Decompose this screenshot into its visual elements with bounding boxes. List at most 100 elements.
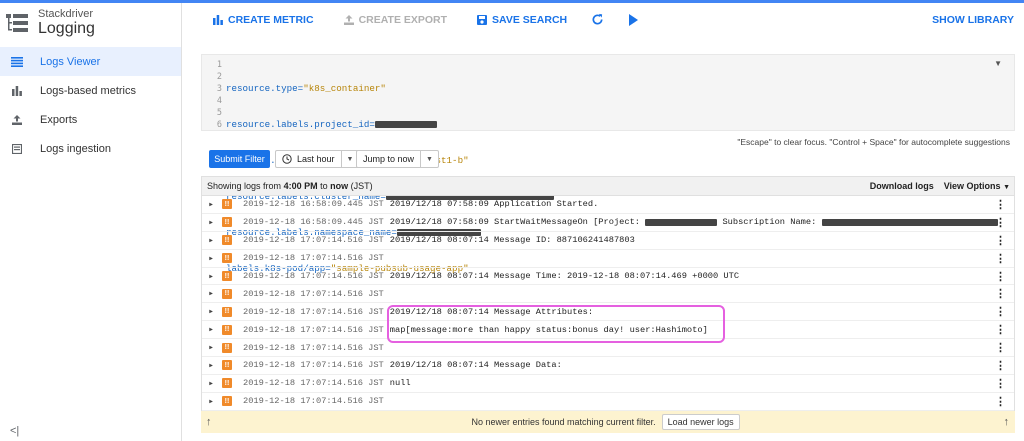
sidebar-item-label: Logs-based metrics	[40, 84, 136, 97]
expand-icon[interactable]: ▶	[204, 201, 218, 208]
severity-icon: !!	[222, 288, 232, 299]
severity-icon: !!	[222, 306, 232, 317]
log-message-text: Subscription Name:	[722, 217, 817, 228]
log-message-text: 2019/12/18 07:58:09 Application Started.	[389, 199, 599, 210]
log-message: 2019/12/18 08:07:14 Message Data:	[390, 360, 562, 370]
log-row[interactable]: ▶!! 2019-12-18 17:07:14.516 JST null ⋮	[202, 375, 1014, 393]
log-header: Showing logs from 4:00 PM to now (JST) D…	[202, 177, 1014, 196]
chevron-down-icon: ▼	[1003, 184, 1010, 191]
more-vert-icon[interactable]: ⋮	[995, 359, 1006, 372]
log-timestamp: 2019-12-18 16:58:09.445 JST	[243, 199, 384, 210]
severity-icon: !!	[222, 199, 232, 210]
log-row[interactable]: ▶!! 2019-12-18 17:07:14.516 JST 2019/12/18…	[202, 357, 1014, 375]
create-export-button[interactable]: CREATE EXPORT	[343, 13, 448, 26]
expand-icon[interactable]: ▶	[204, 290, 218, 297]
expand-icon[interactable]: ▶	[204, 219, 218, 226]
sidebar-item-logs-viewer[interactable]: Logs Viewer	[0, 47, 181, 76]
log-panel: Showing logs from 4:00 PM to now (JST) D…	[201, 176, 1015, 433]
submit-filter-button[interactable]: Submit Filter	[209, 150, 270, 168]
line-numbers: 1 2 3 4 5 6	[202, 59, 222, 131]
download-logs-button[interactable]: Download logs	[870, 181, 934, 191]
sidebar-item-exports[interactable]: Exports	[0, 105, 181, 134]
play-icon[interactable]	[628, 13, 639, 26]
expand-icon[interactable]: ▶	[204, 255, 218, 262]
expand-icon[interactable]: ▶	[204, 380, 218, 387]
sidebar-item-logs-based-metrics[interactable]: Logs-based metrics	[0, 76, 181, 105]
expand-icon[interactable]: ▶	[204, 308, 218, 315]
log-message: 2019/12/18 08:07:14 Message Attributes:	[390, 307, 593, 317]
show-library-button[interactable]: SHOW LIBRARY	[932, 14, 1014, 26]
chevron-down-icon[interactable]: ▼	[420, 151, 438, 167]
time-range-dropdown[interactable]: Last hour ▼	[275, 150, 360, 168]
query-key: resource.labels.project_id=	[226, 119, 375, 130]
jump-to-now-button[interactable]: Jump to now ▼	[356, 150, 439, 168]
brand: Stackdriver Logging	[0, 3, 181, 43]
create-metric-button[interactable]: CREATE METRIC	[213, 14, 314, 26]
sidebar: Stackdriver Logging Logs Viewer Logs-bas…	[0, 3, 182, 441]
save-search-label: SAVE SEARCH	[492, 13, 568, 26]
log-timestamp: 2019-12-18 17:07:14.516 JST	[243, 324, 384, 335]
log-row[interactable]: ▶!! 2019-12-18 17:07:14.516 JST ⋮	[202, 393, 1014, 411]
severity-icon: !!	[222, 342, 232, 353]
load-newer-logs-button[interactable]: Load newer logs	[661, 414, 740, 430]
severity-icon: !!	[222, 253, 232, 264]
more-vert-icon[interactable]: ⋮	[995, 198, 1006, 211]
log-row[interactable]: ▶!! 2019-12-18 17:07:14.516 JST ⋮	[202, 339, 1014, 358]
log-message: null	[390, 378, 411, 388]
log-header-to-word: to	[320, 181, 328, 191]
collapse-sidebar-button[interactable]: <|	[10, 425, 19, 437]
more-vert-icon[interactable]: ⋮	[995, 377, 1006, 390]
save-search-button[interactable]: SAVE SEARCH	[477, 14, 567, 26]
expand-icon[interactable]: ▶	[204, 237, 218, 244]
editor-dropdown-icon[interactable]: ▼	[994, 59, 1002, 68]
more-vert-icon[interactable]: ⋮	[995, 395, 1006, 408]
more-vert-icon[interactable]: ⋮	[995, 305, 1006, 318]
arrow-up-icon[interactable]: ↑	[206, 416, 212, 428]
expand-icon[interactable]: ▶	[204, 362, 218, 369]
query-line: resource.labels.project_id=	[226, 119, 554, 131]
line-number: 5	[216, 108, 222, 118]
more-vert-icon[interactable]: ⋮	[995, 323, 1006, 336]
sidebar-item-label: Logs ingestion	[40, 142, 111, 155]
bar-chart-icon	[10, 84, 24, 98]
log-timestamp: 2019-12-18 17:07:14.516 JST	[243, 396, 384, 407]
severity-icon: !!	[222, 217, 232, 228]
log-row[interactable]: ▶!! 2019-12-18 16:58:09.445 JST 2019/12/18…	[202, 196, 1014, 214]
more-vert-icon[interactable]: ⋮	[995, 341, 1006, 354]
log-row[interactable]: ▶!! 2019-12-18 17:07:14.516 JST ⋮	[202, 285, 1014, 304]
log-row[interactable]: ▶!! 2019-12-18 17:07:14.516 JST 2019/12/18…	[202, 303, 1014, 322]
arrow-up-icon[interactable]: ↑	[1004, 416, 1010, 428]
more-vert-icon[interactable]: ⋮	[995, 234, 1006, 247]
more-vert-icon[interactable]: ⋮	[995, 287, 1006, 300]
jump-to-now-label: Jump to now	[363, 154, 415, 164]
view-options-button[interactable]: View Options ▼	[944, 181, 1010, 191]
expand-icon[interactable]: ▶	[204, 326, 218, 333]
query-editor[interactable]: 1 2 3 4 5 6 resource.type="k8s_container…	[201, 54, 1015, 274]
logging-logo-icon	[6, 14, 28, 32]
log-row[interactable]: ▶!! 2019-12-18 17:07:14.516 JST 2019/12/18…	[202, 232, 1014, 250]
log-message: map[message:more than happy status:bonus…	[390, 325, 708, 335]
log-row[interactable]: ▶!! 2019-12-18 17:07:14.516 JST map[messag…	[202, 321, 1014, 340]
product-name: Stackdriver	[38, 8, 94, 20]
log-row[interactable]: ▶!! 2019-12-18 16:58:09.445 JST 2019/12/18…	[202, 214, 1014, 232]
more-vert-icon[interactable]: ⋮	[995, 252, 1006, 265]
more-vert-icon[interactable]: ⋮	[995, 270, 1006, 283]
sidebar-item-logs-ingestion[interactable]: Logs ingestion	[0, 134, 181, 163]
line-number: 1	[216, 60, 222, 70]
create-export-label: CREATE EXPORT	[358, 13, 448, 26]
expand-icon[interactable]: ▶	[204, 273, 218, 280]
log-rows: ▶!! 2019-12-18 16:58:09.445 JST 2019/12/18…	[202, 196, 1014, 411]
expand-icon[interactable]: ▶	[204, 344, 218, 351]
log-message-text: 2019/12/18 08:07:14 Message Time: 2019-1…	[389, 271, 740, 281]
list-icon	[10, 55, 24, 69]
log-header-suffix: (JST)	[350, 181, 373, 191]
sidebar-item-label: Logs Viewer	[40, 55, 101, 68]
log-row[interactable]: ▶!! 2019-12-18 17:07:14.516 JST ⋮	[202, 250, 1014, 268]
log-row[interactable]: ▶!! 2019-12-18 17:07:14.516 JST 2019/12/18…	[202, 268, 1014, 286]
expand-icon[interactable]: ▶	[204, 398, 218, 405]
more-vert-icon[interactable]: ⋮	[995, 216, 1006, 229]
refresh-icon[interactable]	[591, 13, 604, 26]
view-options-label: View Options	[943, 181, 1001, 191]
log-timestamp: 2019-12-18 17:07:14.516 JST	[243, 235, 384, 246]
severity-icon: !!	[222, 396, 232, 407]
